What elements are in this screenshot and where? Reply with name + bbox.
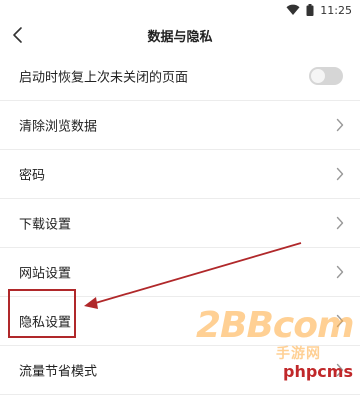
status-time: 11:25: [320, 3, 352, 17]
battery-icon: [306, 4, 314, 16]
setting-restore-tabs[interactable]: 启动时恢复上次未关闭的页面: [0, 52, 360, 101]
setting-label: 密码: [19, 168, 46, 184]
watermark-main: 2BBcom: [196, 305, 355, 346]
chevron-right-icon: [336, 118, 344, 132]
status-bar: 11:25: [0, 0, 360, 20]
setting-passwords[interactable]: 密码: [0, 150, 360, 199]
chevron-right-icon: [336, 265, 344, 279]
setting-clear-browsing-data[interactable]: 清除浏览数据: [0, 101, 360, 150]
page-header: 数据与隐私: [0, 20, 360, 52]
setting-label: 流量节省模式: [19, 364, 98, 380]
toggle-knob: [311, 69, 325, 83]
setting-download[interactable]: 下载设置: [0, 199, 360, 248]
restore-tabs-toggle[interactable]: [309, 67, 343, 85]
annotation-highlight-box: [8, 289, 76, 338]
chevron-right-icon: [336, 167, 344, 181]
chevron-right-icon: [336, 216, 344, 230]
watermark-site: phpcms: [283, 362, 353, 381]
setting-label: 网站设置: [19, 266, 72, 282]
page-title: 数据与隐私: [147, 30, 213, 45]
setting-label: 清除浏览数据: [19, 119, 98, 135]
status-icons: 11:25: [286, 2, 352, 18]
wifi-icon: [286, 4, 300, 15]
watermark-logo: 2BBcom 手游网: [196, 305, 355, 363]
setting-label: 启动时恢复上次未关闭的页面: [19, 70, 189, 86]
setting-label: 下载设置: [19, 217, 72, 233]
